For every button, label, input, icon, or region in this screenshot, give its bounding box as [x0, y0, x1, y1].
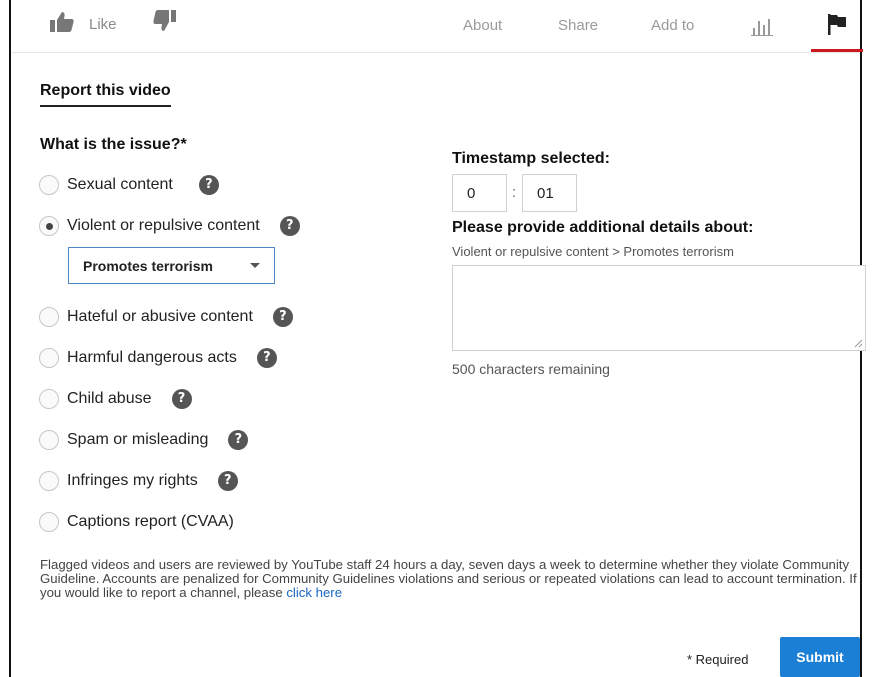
issue-question: What is the issue?*: [40, 136, 187, 153]
report-channel-link[interactable]: click here: [286, 585, 342, 600]
flag-icon[interactable]: [825, 12, 849, 36]
resize-handle-icon[interactable]: [853, 338, 863, 348]
details-textarea[interactable]: [452, 265, 866, 351]
radio-button[interactable]: [39, 307, 59, 327]
help-icon[interactable]: ?: [228, 430, 249, 450]
option-label: Child abuse: [67, 390, 152, 407]
option-label: Infringes my rights: [67, 472, 198, 489]
option-violent-content[interactable]: Violent or repulsive content ?: [39, 213, 300, 239]
disclaimer-text: Flagged videos and users are reviewed by…: [40, 557, 857, 600]
option-label: Sexual content: [67, 176, 173, 193]
details-heading: Please provide additional details about:: [452, 219, 754, 236]
radio-button[interactable]: [39, 512, 59, 532]
radio-button[interactable]: [39, 175, 59, 195]
option-captions-report[interactable]: Captions report (CVAA): [39, 509, 234, 535]
help-icon[interactable]: ?: [198, 175, 219, 195]
tab-add-to[interactable]: Add to: [651, 17, 694, 34]
report-panel: Like About Share Add to Report this vide…: [9, 0, 866, 677]
stats-icon[interactable]: [751, 16, 773, 36]
active-tab-indicator: [811, 49, 863, 52]
help-icon[interactable]: ?: [256, 348, 277, 368]
review-disclaimer: Flagged videos and users are reviewed by…: [40, 558, 868, 600]
timestamp-heading: Timestamp selected:: [452, 150, 610, 167]
timestamp-separator: :: [512, 184, 517, 201]
option-infringes-rights[interactable]: Infringes my rights ?: [39, 468, 238, 494]
tab-about[interactable]: About: [463, 17, 502, 34]
option-spam[interactable]: Spam or misleading ?: [39, 427, 249, 453]
characters-remaining: 500 characters remaining: [452, 361, 610, 377]
help-icon[interactable]: ?: [171, 389, 192, 409]
radio-button[interactable]: [39, 348, 59, 368]
option-label: Harmful dangerous acts: [67, 349, 237, 366]
timestamp-seconds-input[interactable]: 01: [522, 174, 577, 212]
option-label: Spam or misleading: [67, 431, 209, 448]
radio-button[interactable]: [39, 471, 59, 491]
action-bar: Like About Share Add to: [11, 0, 863, 53]
timestamp-minutes-input[interactable]: 0: [452, 174, 507, 212]
tab-share[interactable]: Share: [558, 17, 598, 34]
like-label[interactable]: Like: [89, 16, 117, 33]
option-label: Captions report (CVAA): [67, 513, 234, 530]
details-category-path: Violent or repulsive content > Promotes …: [452, 244, 734, 259]
radio-button-selected[interactable]: [39, 216, 59, 236]
option-sexual-content[interactable]: Sexual content ?: [39, 172, 219, 198]
option-label: Violent or repulsive content: [67, 217, 260, 234]
option-label: Hateful or abusive content: [67, 308, 253, 325]
help-icon[interactable]: ?: [272, 307, 293, 327]
thumbs-up-icon[interactable]: [49, 11, 75, 33]
option-harmful-acts[interactable]: Harmful dangerous acts ?: [39, 345, 277, 371]
chevron-down-icon: [250, 263, 260, 268]
dropdown-value: Promotes terrorism: [83, 257, 213, 274]
radio-button[interactable]: [39, 389, 59, 409]
required-note: * Required: [687, 652, 749, 667]
report-tab-title: Report this video: [40, 82, 171, 107]
help-icon[interactable]: ?: [217, 471, 238, 491]
option-child-abuse[interactable]: Child abuse ?: [39, 386, 192, 412]
help-icon[interactable]: ?: [279, 216, 300, 236]
subcategory-dropdown[interactable]: Promotes terrorism: [68, 247, 275, 284]
radio-button[interactable]: [39, 430, 59, 450]
submit-button[interactable]: Submit: [780, 637, 860, 677]
thumbs-down-icon[interactable]: [152, 9, 178, 33]
option-hateful-content[interactable]: Hateful or abusive content ?: [39, 304, 293, 330]
